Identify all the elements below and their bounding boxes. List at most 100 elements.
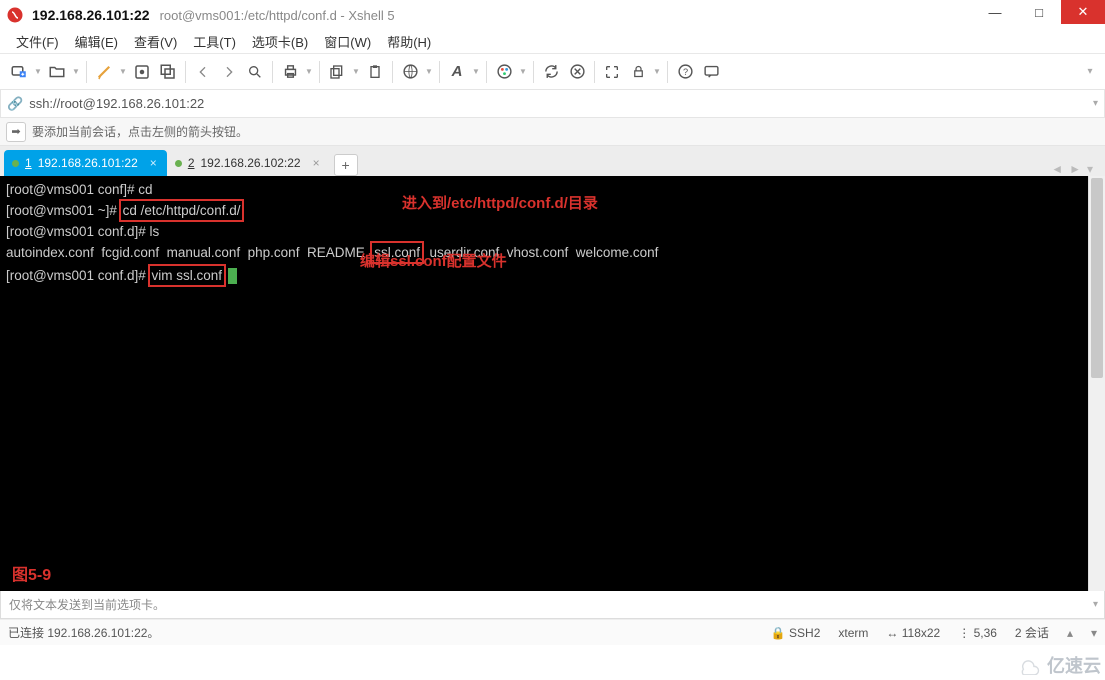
menu-tools[interactable]: 工具(T) xyxy=(187,30,242,53)
tab-close-icon[interactable]: × xyxy=(150,156,157,170)
forward-icon[interactable] xyxy=(216,59,242,85)
tab-list-dropdown-icon[interactable]: ▾ xyxy=(1087,162,1093,176)
figure-label: 图5-9 xyxy=(12,566,51,585)
highlighted-command: cd /etc/httpd/conf.d/ xyxy=(119,199,245,222)
status-dot-icon xyxy=(175,160,182,167)
separator xyxy=(319,61,320,83)
tab-label: 192.168.26.101:22 xyxy=(38,156,138,170)
tab-next-icon[interactable]: ► xyxy=(1069,162,1081,176)
tab-prev-icon[interactable]: ◄ xyxy=(1051,162,1063,176)
terminal-cursor xyxy=(228,268,237,284)
address-history-dropdown-icon[interactable]: ▾ xyxy=(1093,98,1098,109)
add-session-arrow-button[interactable]: ➡ xyxy=(6,122,26,142)
print-dropdown-icon[interactable]: ▼ xyxy=(303,59,315,85)
tab-bar: 1 192.168.26.101:22 × 2 192.168.26.102:2… xyxy=(0,146,1105,176)
command: ls xyxy=(150,224,160,239)
session-tab-2[interactable]: 2 192.168.26.102:22 × xyxy=(167,150,330,176)
menu-tab[interactable]: 选项卡(B) xyxy=(246,30,314,53)
properties-icon[interactable] xyxy=(129,59,155,85)
status-proto: 🔒 SSH2 xyxy=(771,626,821,640)
prompt: [root@vms001 conf]# xyxy=(6,182,138,197)
svg-text:?: ? xyxy=(682,67,687,77)
reconnect-icon[interactable] xyxy=(538,59,564,85)
copy-icon[interactable] xyxy=(324,59,350,85)
link-icon: 🔗 xyxy=(7,96,23,112)
status-pos: ⋮ 5,36 xyxy=(958,626,997,640)
open-session-icon[interactable] xyxy=(44,59,70,85)
address-bar[interactable]: 🔗 ssh://root@192.168.26.101:22 ▾ xyxy=(0,90,1105,118)
feedback-icon[interactable] xyxy=(698,59,724,85)
window-minimize-button[interactable]: — xyxy=(973,0,1017,24)
status-size: ↔ 118x22 xyxy=(886,626,940,640)
tab-close-icon[interactable]: × xyxy=(313,156,320,170)
font-icon[interactable]: A xyxy=(444,59,470,85)
back-icon[interactable] xyxy=(190,59,216,85)
terminal-scrollbar[interactable] xyxy=(1088,176,1105,591)
status-dot-icon xyxy=(12,160,19,167)
compose-bar[interactable]: 仅将文本发送到当前选项卡。 ▾ xyxy=(0,591,1105,619)
globe-icon[interactable] xyxy=(397,59,423,85)
status-down-icon[interactable]: ▾ xyxy=(1091,626,1097,640)
copy-session-icon[interactable] xyxy=(155,59,181,85)
search-icon[interactable] xyxy=(242,59,268,85)
copy-dropdown-icon[interactable]: ▼ xyxy=(350,59,362,85)
fullscreen-icon[interactable] xyxy=(599,59,625,85)
new-session-dropdown-icon[interactable]: ▼ xyxy=(32,59,44,85)
paste-icon[interactable] xyxy=(362,59,388,85)
info-bar: ➡ 要添加当前会话，点击左侧的箭头按钮。 xyxy=(0,118,1105,146)
menu-edit[interactable]: 编辑(E) xyxy=(69,30,124,53)
ls-output: autoindex.conf fcgid.conf manual.conf ph… xyxy=(6,241,1099,264)
title-path: root@vms001:/etc/httpd/conf.d - Xshell 5 xyxy=(160,8,395,23)
watermark: 亿速云 xyxy=(1015,652,1101,678)
new-session-icon[interactable] xyxy=(6,59,32,85)
command: cd xyxy=(138,182,152,197)
script-dropdown-icon[interactable]: ▼ xyxy=(117,59,129,85)
menu-view[interactable]: 查看(V) xyxy=(128,30,183,53)
terminal[interactable]: [root@vms001 conf]# cd [root@vms001 ~]# … xyxy=(0,176,1105,591)
disconnect-icon[interactable] xyxy=(564,59,590,85)
help-icon[interactable]: ? xyxy=(672,59,698,85)
font-dropdown-icon[interactable]: ▼ xyxy=(470,59,482,85)
prompt: [root@vms001 conf.d]# xyxy=(6,268,150,283)
open-session-dropdown-icon[interactable]: ▼ xyxy=(70,59,82,85)
menu-file[interactable]: 文件(F) xyxy=(10,30,65,53)
separator xyxy=(533,61,534,83)
color-icon[interactable] xyxy=(491,59,517,85)
app-logo-icon xyxy=(6,6,24,24)
script-icon[interactable] xyxy=(91,59,117,85)
toolbar-overflow-icon[interactable]: ▾ xyxy=(1081,66,1099,77)
separator xyxy=(486,61,487,83)
status-sessions: 2 会话 xyxy=(1015,624,1049,641)
title-address: 192.168.26.101:22 xyxy=(32,7,150,23)
scrollbar-thumb[interactable] xyxy=(1091,178,1103,378)
separator xyxy=(392,61,393,83)
separator xyxy=(272,61,273,83)
tab-index: 1 xyxy=(25,156,32,170)
window-close-button[interactable]: ✕ xyxy=(1061,0,1105,24)
status-term: xterm xyxy=(838,626,868,640)
menu-window[interactable]: 窗口(W) xyxy=(318,30,377,53)
compose-dropdown-icon[interactable]: ▾ xyxy=(1093,599,1098,610)
print-icon[interactable] xyxy=(277,59,303,85)
window-maximize-button[interactable]: □ xyxy=(1017,0,1061,24)
globe-dropdown-icon[interactable]: ▼ xyxy=(423,59,435,85)
separator xyxy=(439,61,440,83)
terminal-wrap: [root@vms001 conf]# cd [root@vms001 ~]# … xyxy=(0,176,1105,591)
menu-help[interactable]: 帮助(H) xyxy=(381,30,437,53)
status-up-icon[interactable]: ▴ xyxy=(1067,626,1073,640)
tab-index: 2 xyxy=(188,156,195,170)
compose-hint: 仅将文本发送到当前选项卡。 xyxy=(9,596,165,613)
tab-label: 192.168.26.102:22 xyxy=(201,156,301,170)
annotation-2: 编辑ssl.conf配置文件 xyxy=(360,252,507,271)
separator xyxy=(594,61,595,83)
new-tab-button[interactable]: + xyxy=(334,154,358,176)
prompt: [root@vms001 conf.d]# xyxy=(6,224,150,239)
color-dropdown-icon[interactable]: ▼ xyxy=(517,59,529,85)
address-url: ssh://root@192.168.26.101:22 xyxy=(29,96,204,111)
info-bar-text: 要添加当前会话，点击左侧的箭头按钮。 xyxy=(32,123,248,140)
session-tab-1[interactable]: 1 192.168.26.101:22 × xyxy=(4,150,167,176)
lock-icon[interactable] xyxy=(625,59,651,85)
status-connected: 已连接 192.168.26.101:22。 xyxy=(8,624,159,641)
lock-dropdown-icon[interactable]: ▼ xyxy=(651,59,663,85)
toolbar: ▼ ▼ ▼ ▼ ▼ ▼ A ▼ ▼ ▼ ? ▾ xyxy=(0,54,1105,90)
